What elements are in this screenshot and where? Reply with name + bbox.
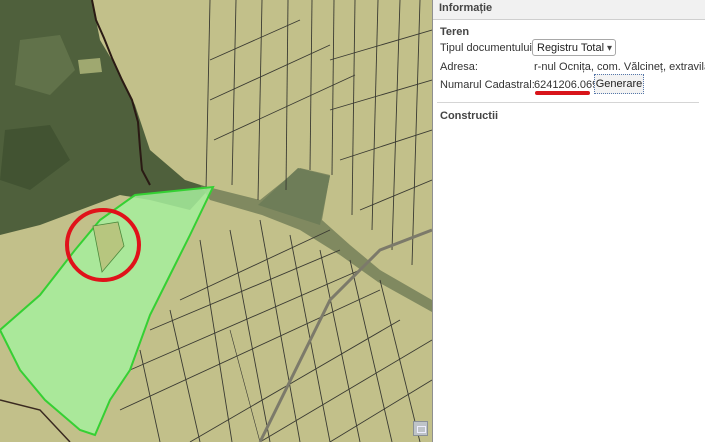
panel-title: Informație bbox=[433, 0, 705, 20]
section-teren-title: Teren bbox=[440, 26, 470, 38]
generate-button[interactable]: Generare bbox=[594, 74, 644, 94]
doc-type-select[interactable]: Registru Total ▾ bbox=[532, 39, 616, 56]
section-constructii-title: Constructii bbox=[440, 110, 499, 122]
map-view[interactable] bbox=[0, 0, 432, 442]
doc-type-label: Tipul documentului: bbox=[440, 42, 535, 54]
address-label: Adresa: bbox=[440, 61, 478, 73]
cadastral-label: Numarul Cadastral: bbox=[440, 79, 535, 91]
chevron-down-icon: ▾ bbox=[606, 43, 612, 54]
clearing-patch bbox=[78, 58, 102, 74]
layers-button[interactable] bbox=[413, 421, 428, 436]
address-value: r-nul Ocnița, com. Vălcineț, extravilan bbox=[534, 61, 705, 73]
doc-type-value: Registru Total bbox=[537, 42, 605, 54]
info-panel: Informație Teren Tipul documentului: Reg… bbox=[433, 0, 705, 442]
annotation-underline bbox=[535, 91, 590, 95]
cadastral-value: 6241206.069 bbox=[534, 79, 599, 91]
section-divider bbox=[437, 102, 699, 103]
layers-icon bbox=[417, 426, 426, 433]
